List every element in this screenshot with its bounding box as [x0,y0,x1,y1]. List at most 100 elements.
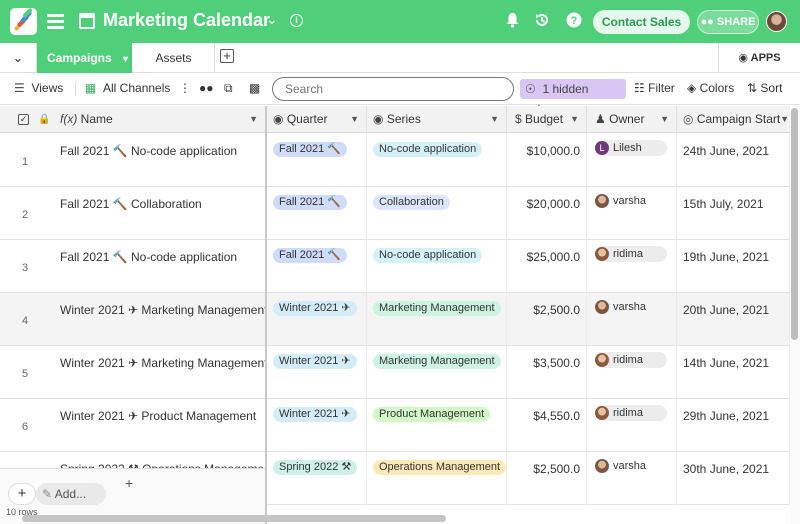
user-avatar[interactable] [766,11,787,32]
history-icon[interactable] [534,12,550,33]
cell-name[interactable]: Fall 2021 🔨 No-code application [50,134,266,187]
bell-icon[interactable] [505,12,520,33]
cell-budget[interactable]: $25,000.0 [507,240,587,293]
filter-button[interactable]: ☷ Filter [634,81,675,95]
column-header-owner[interactable]: ♟ Owner ▼ [587,106,677,133]
apps-button[interactable]: ◉ APPS [718,43,800,73]
quarter-pill: Spring 2022 ⚒ [273,460,358,475]
cell-name[interactable]: Fall 2021 🔨 No-code application [50,240,266,293]
hidden-columns-button[interactable]: ☉ 1 hidden column [520,79,626,116]
search-input[interactable] [272,77,514,101]
table-row[interactable]: 3 Fall 2021 🔨 No-code application Fall 2… [0,240,790,293]
cell-owner[interactable]: varsha [587,293,677,346]
select-all-checkbox[interactable]: ✓ 🔒 [0,106,50,133]
cell-series[interactable]: Operations Management [367,452,507,505]
column-menu-chevron-icon[interactable]: ▼ [570,106,579,133]
horizontal-scroll-thumb[interactable] [22,515,446,522]
tab-caret-icon[interactable]: ▼ [121,54,130,64]
horizontal-scrollbar[interactable] [0,514,790,524]
table-row[interactable]: 1 Fall 2021 🔨 No-code application Fall 2… [0,134,790,187]
cell-quarter[interactable]: Fall 2021 🔨 [267,240,367,293]
share-view-icon[interactable]: ⧉ [224,81,233,96]
title-chevron-down-icon[interactable]: ⌄ [266,11,278,28]
cell-budget[interactable]: $10,000.0 [507,134,587,187]
cell-quarter[interactable]: Fall 2021 🔨 [267,134,367,187]
add-record-button[interactable]: ✎ Add... [36,483,106,505]
print-icon[interactable]: ▩ [249,81,260,95]
cell-campaign-start[interactable]: 19th June, 2021 [677,240,790,293]
column-header-name[interactable]: f(x) Name ▼ [50,106,266,133]
tab-campaigns[interactable]: Campaigns ▼ [37,43,132,73]
cell-owner[interactable]: varsha [587,452,677,505]
cell-campaign-start[interactable]: 24th June, 2021 [677,134,790,187]
view-switcher-button[interactable]: ▦ All Channels [85,81,170,95]
cell-campaign-start[interactable]: 15th July, 2021 [677,187,790,240]
column-menu-chevron-icon[interactable]: ▼ [660,106,669,133]
pencil-icon: ✎ [42,487,53,501]
cell-owner[interactable]: ridima [587,346,677,399]
person-icon: ♟ [595,112,606,126]
views-button[interactable]: ☰ Views [14,81,63,95]
tables-dropdown-chevron-icon[interactable]: ⌄ [0,43,37,73]
add-summary-plus-icon[interactable]: + [125,475,133,491]
table-row[interactable]: 2 Fall 2021 🔨 Collaboration Fall 2021 🔨 … [0,187,790,240]
cell-budget[interactable]: $2,500.0 [507,293,587,346]
cell-series[interactable]: Collaboration [367,187,507,240]
tab-assets[interactable]: Assets [133,43,215,73]
cell-owner[interactable]: ridima [587,240,677,293]
add-record-plus-icon[interactable]: + [8,483,36,505]
cell-budget[interactable]: $2,500.0 [507,452,587,505]
frozen-column-divider[interactable] [265,106,267,524]
cell-budget[interactable]: $4,550.0 [507,399,587,452]
cell-budget[interactable]: $20,000.0 [507,187,587,240]
cell-campaign-start[interactable]: 20th June, 2021 [677,293,790,346]
column-header-series[interactable]: ◉ Series ▼ [367,106,507,133]
cell-owner[interactable]: ridima [587,399,677,452]
cell-campaign-start[interactable]: 30th June, 2021 [677,452,790,505]
cell-name[interactable]: Winter 2021 ✈ Marketing Management [50,346,266,399]
cell-campaign-start[interactable]: 29th June, 2021 [677,399,790,452]
cell-quarter[interactable]: Winter 2021 ✈ [267,293,367,346]
column-header-budget[interactable]: $ Budget ▼ [507,106,587,133]
cell-name[interactable]: Winter 2021 ✈ Marketing Management [50,293,266,346]
cell-owner[interactable]: L Lilesh [587,134,677,187]
cell-series[interactable]: Marketing Management [367,293,507,346]
help-icon[interactable]: ? [566,12,582,33]
cell-series[interactable]: Product Management [367,399,507,452]
cell-quarter[interactable]: Winter 2021 ✈ [267,346,367,399]
menu-icon[interactable] [47,14,64,29]
table-row[interactable]: 4 Winter 2021 ✈ Marketing Management Win… [0,293,790,346]
table-row[interactable]: 6 Winter 2021 ✈ Product Management Winte… [0,399,790,452]
share-button[interactable]: ●● SHARE [697,10,759,34]
cell-series[interactable]: No-code application [367,134,507,187]
app-logo[interactable] [10,7,37,35]
cell-name[interactable]: Winter 2021 ✈ Product Management [50,399,266,452]
colors-button[interactable]: ◈ Colors [687,81,734,95]
cell-quarter[interactable]: Fall 2021 🔨 [267,187,367,240]
vertical-scrollbar[interactable] [790,106,800,524]
formula-icon: f(x) [60,112,78,126]
collaborators-icon[interactable]: ●● [199,81,214,95]
add-table-button[interactable]: + [220,49,234,63]
contact-sales-button[interactable]: Contact Sales [593,10,690,34]
column-header-campaign-start[interactable]: ◎ Campaign Start ▼ [677,106,790,133]
cell-quarter[interactable]: Spring 2022 ⚒ [267,452,367,505]
more-options-icon[interactable]: ⋮ [179,81,191,95]
cell-campaign-start[interactable]: 14th June, 2021 [677,346,790,399]
vertical-scroll-thumb[interactable] [791,108,798,340]
cell-owner[interactable]: varsha [587,187,677,240]
cell-budget[interactable]: $3,500.0 [507,346,587,399]
column-menu-chevron-icon[interactable]: ▼ [350,106,359,133]
info-icon[interactable]: i [290,14,303,27]
table-row[interactable]: 5 Winter 2021 ✈ Marketing Management Win… [0,346,790,399]
sort-button[interactable]: ⇅ Sort [747,81,782,95]
column-menu-chevron-icon[interactable]: ▼ [249,106,258,133]
series-pill: Operations Management [373,460,506,475]
column-menu-chevron-icon[interactable]: ▼ [490,106,499,133]
cell-series[interactable]: Marketing Management [367,346,507,399]
cell-quarter[interactable]: Winter 2021 ✈ [267,399,367,452]
cell-name[interactable]: Fall 2021 🔨 Collaboration [50,187,266,240]
column-menu-chevron-icon[interactable]: ▼ [780,106,789,133]
column-header-quarter[interactable]: ◉ Quarter ▼ [267,106,367,133]
cell-series[interactable]: No-code application [367,240,507,293]
